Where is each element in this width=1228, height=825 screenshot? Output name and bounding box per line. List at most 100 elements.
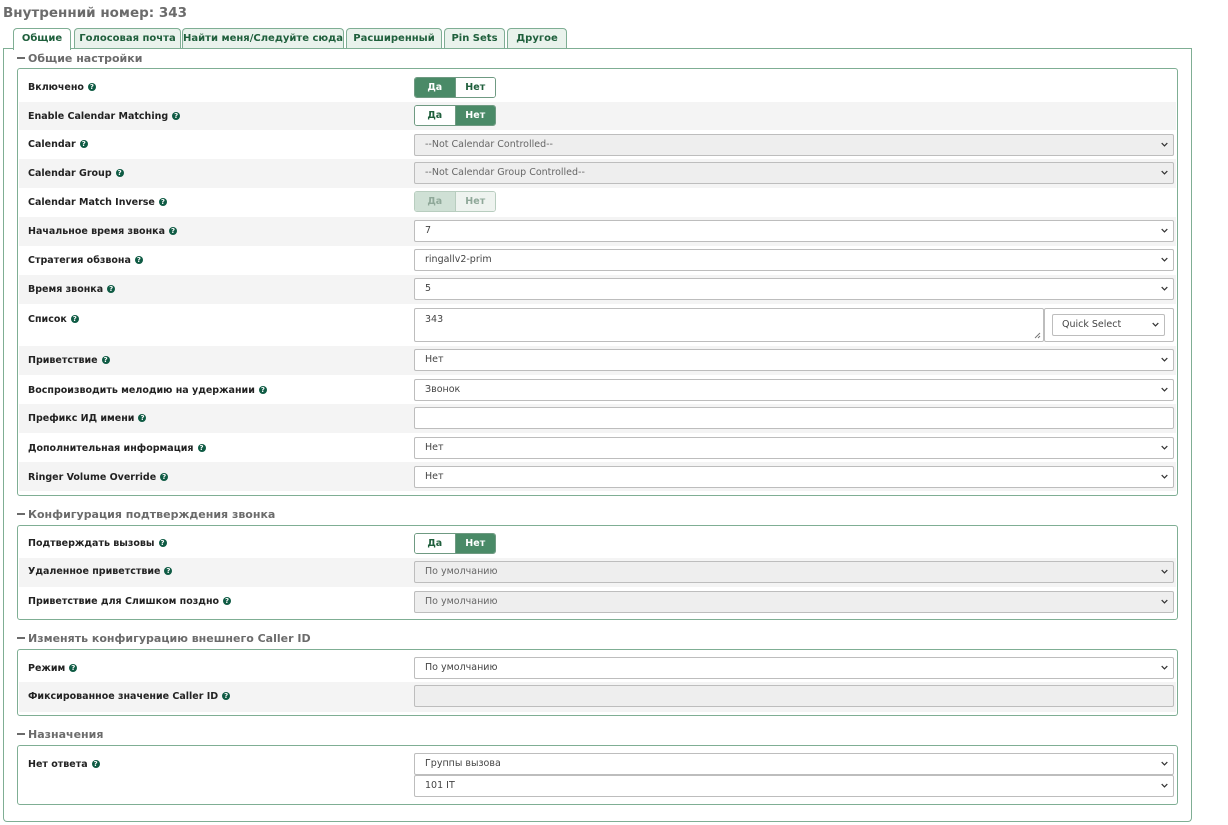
- moh-select[interactable]: Звонок: [414, 379, 1174, 401]
- field-label: Режим?: [28, 663, 78, 674]
- help-icon[interactable]: ?: [138, 413, 147, 422]
- chevron-down-icon: [1161, 227, 1168, 234]
- collapse-icon: [17, 637, 25, 639]
- help-icon[interactable]: ?: [107, 284, 116, 293]
- row-moh: Воспроизводить мелодию на удержании? Зво…: [19, 375, 1176, 404]
- field-label: Дополнительная информация?: [28, 443, 206, 454]
- help-icon[interactable]: ?: [101, 355, 110, 364]
- row-announcement: Приветствие? Нет: [19, 346, 1176, 375]
- remote-announce-select[interactable]: По умолчанию: [414, 561, 1174, 583]
- help-icon[interactable]: ?: [169, 226, 178, 235]
- calendar-matching-toggle[interactable]: Да Нет: [414, 105, 496, 126]
- ringer-volume-select[interactable]: Нет: [414, 466, 1174, 488]
- select-value: --Not Calendar Controlled--: [425, 139, 553, 150]
- ring-start-select[interactable]: 7: [414, 220, 1174, 242]
- field-label: Enable Calendar Matching?: [28, 111, 181, 122]
- row-calendar-matching: Enable Calendar Matching? Да Нет: [19, 102, 1176, 130]
- field-label: Включено?: [28, 82, 96, 93]
- row-follow-list: Список? 343 Quick Select: [19, 304, 1176, 346]
- toggle-yes[interactable]: Да: [415, 192, 456, 211]
- page-title: Внутренний номер: 343: [3, 5, 188, 21]
- tab-advanced[interactable]: Расширенный: [346, 28, 442, 48]
- ring-strategy-select[interactable]: ringallv2-prim: [414, 249, 1174, 271]
- row-calendar-group: Calendar Group? --Not Calendar Group Con…: [19, 159, 1176, 188]
- field-label: Список?: [28, 314, 79, 325]
- help-icon[interactable]: ?: [197, 443, 206, 452]
- tab-voicemail[interactable]: Голосовая почта: [74, 28, 181, 48]
- cid-prefix-input[interactable]: [414, 407, 1174, 429]
- confirm-calls-toggle[interactable]: Да Нет: [414, 533, 496, 554]
- help-icon[interactable]: ?: [164, 566, 173, 575]
- select-value: 7: [425, 225, 432, 236]
- tab-other[interactable]: Другое: [507, 28, 567, 48]
- help-icon[interactable]: ?: [69, 663, 78, 672]
- section-header-destinations[interactable]: Назначения: [17, 728, 103, 741]
- resize-grip-icon[interactable]: [1034, 332, 1041, 339]
- fixed-cid-input[interactable]: [414, 685, 1174, 707]
- field-label: Начальное время звонка?: [28, 226, 178, 237]
- tab-findme-followme[interactable]: Найти меня/Следуйте сюда: [182, 28, 344, 48]
- help-icon[interactable]: ?: [258, 385, 267, 394]
- calendar-select[interactable]: --Not Calendar Controlled--: [414, 134, 1174, 156]
- toggle-yes[interactable]: Да: [415, 534, 456, 553]
- cid-mode-select[interactable]: По умолчанию: [414, 657, 1174, 679]
- help-icon[interactable]: ?: [160, 472, 169, 481]
- row-cid-prefix: Префикс ИД имени?: [19, 404, 1176, 433]
- help-icon[interactable]: ?: [87, 82, 96, 91]
- chevron-down-icon: [1161, 444, 1168, 451]
- follow-list-textarea[interactable]: 343: [414, 308, 1044, 342]
- section-title: Изменять конфигурацию внешнего Caller ID: [28, 632, 311, 645]
- section-header-confirm[interactable]: Конфигурация подтверждения звонка: [17, 508, 275, 521]
- help-icon[interactable]: ?: [172, 111, 181, 120]
- row-fixed-cid: Фиксированное значение Caller ID?: [19, 682, 1176, 712]
- collapse-icon: [17, 733, 25, 735]
- calendar-inverse-toggle[interactable]: Да Нет: [414, 191, 496, 212]
- section-header-callerid[interactable]: Изменять конфигурацию внешнего Caller ID: [17, 632, 311, 645]
- select-value: По умолчанию: [425, 596, 498, 607]
- section-header-general[interactable]: Общие настройки: [17, 52, 142, 65]
- too-late-select[interactable]: По умолчанию: [414, 591, 1174, 613]
- select-value: Нет: [425, 471, 444, 482]
- help-icon[interactable]: ?: [115, 168, 124, 177]
- toggle-no[interactable]: Нет: [455, 106, 495, 125]
- tab-pin-sets[interactable]: Pin Sets: [444, 28, 505, 48]
- destination-category-select[interactable]: Группы вызова: [414, 753, 1174, 775]
- quick-select[interactable]: Quick Select: [1052, 314, 1165, 336]
- help-icon[interactable]: ?: [158, 197, 167, 206]
- enabled-toggle[interactable]: Да Нет: [414, 77, 496, 98]
- textarea-value: 343: [425, 314, 444, 325]
- ring-time-select[interactable]: 5: [414, 278, 1174, 300]
- field-label: Префикс ИД имени?: [28, 413, 147, 424]
- help-icon[interactable]: ?: [91, 759, 100, 768]
- toggle-no[interactable]: Нет: [455, 78, 495, 97]
- toggle-yes[interactable]: Да: [415, 78, 456, 97]
- chevron-down-icon: [1161, 760, 1168, 767]
- toggle-no[interactable]: Нет: [455, 534, 495, 553]
- alert-info-select[interactable]: Нет: [414, 437, 1174, 459]
- help-icon[interactable]: ?: [222, 691, 231, 700]
- field-label: Ringer Volume Override?: [28, 472, 169, 483]
- field-label: Время звонка?: [28, 284, 116, 295]
- chevron-down-icon: [1161, 256, 1168, 263]
- tab-general[interactable]: Общие: [13, 28, 71, 50]
- help-icon[interactable]: ?: [134, 255, 143, 264]
- row-ring-time: Время звонка? 5: [19, 275, 1176, 304]
- toggle-no[interactable]: Нет: [455, 192, 495, 211]
- calendar-group-select[interactable]: --Not Calendar Group Controlled--: [414, 162, 1174, 184]
- toggle-yes[interactable]: Да: [415, 106, 456, 125]
- field-label: Приветствие?: [28, 355, 110, 366]
- help-icon[interactable]: ?: [79, 139, 88, 148]
- announcement-select[interactable]: Нет: [414, 349, 1174, 371]
- destination-target-select[interactable]: 101 IT: [414, 775, 1174, 797]
- row-cid-mode: Режим? По умолчанию: [19, 653, 1176, 682]
- help-icon[interactable]: ?: [70, 314, 79, 323]
- row-calendar-inverse: Calendar Match Inverse? Да Нет: [19, 188, 1176, 217]
- row-ring-strategy: Стратегия обзвона? ringallv2-prim: [19, 246, 1176, 275]
- help-icon[interactable]: ?: [223, 596, 232, 605]
- help-icon[interactable]: ?: [158, 538, 167, 547]
- row-remote-announce: Удаленное приветствие? По умолчанию: [19, 558, 1176, 587]
- chevron-down-icon: [1161, 386, 1168, 393]
- select-value: 101 IT: [425, 780, 455, 791]
- section-title: Назначения: [28, 728, 104, 741]
- field-label: Calendar Match Inverse?: [28, 197, 167, 208]
